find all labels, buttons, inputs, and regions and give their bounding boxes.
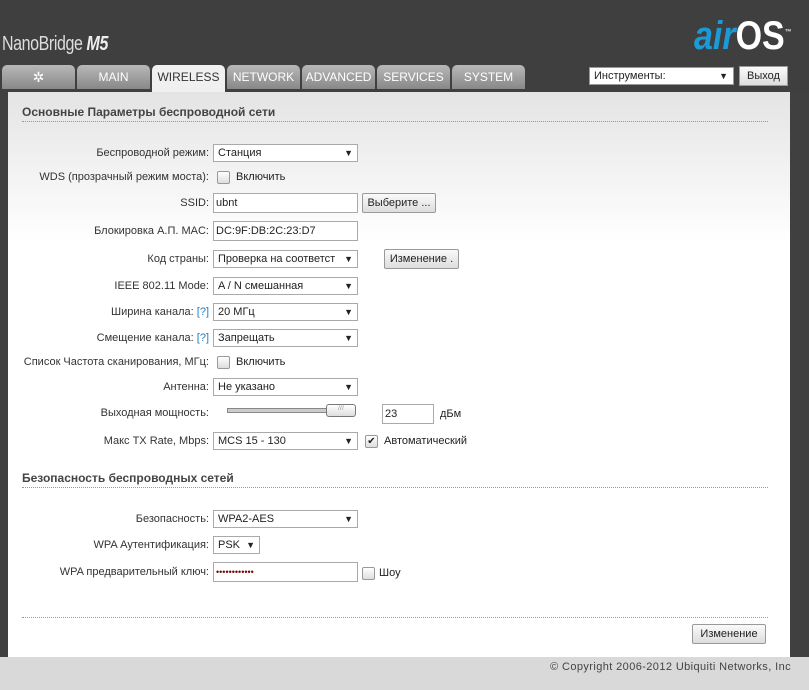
tab-advanced[interactable]: ADVANCED <box>302 65 375 89</box>
width-label-text: Ширина канала: <box>111 306 194 318</box>
scan-label: Список Частота сканирования, МГц: <box>23 356 209 368</box>
show-key-checkbox[interactable] <box>362 567 375 580</box>
ieee-label: IEEE 802.11 Mode: <box>114 280 209 292</box>
select-value: WPA2-AES <box>218 513 275 525</box>
channel-width-select[interactable]: 20 МГц ▼ <box>213 303 358 321</box>
auto-text: Автоматический <box>384 435 468 447</box>
chevron-down-icon: ▼ <box>344 331 353 345</box>
power-slider-track[interactable] <box>227 408 327 413</box>
wpa-key-input[interactable]: •••••••••••• <box>213 562 358 582</box>
power-slider-handle[interactable]: /// <box>326 404 356 417</box>
width-label: Ширина канала: [?] <box>111 306 209 318</box>
checkmark-icon: ✔ <box>367 436 376 447</box>
security-label: Безопасность: <box>135 513 209 525</box>
tab-wireless[interactable]: WIRELESS <box>152 65 225 92</box>
chevron-down-icon: ▼ <box>344 305 353 319</box>
tab-main[interactable]: MAIN <box>77 65 150 89</box>
shift-label: Смещение канала: [?] <box>97 332 209 344</box>
security-select[interactable]: WPA2-AES ▼ <box>213 510 358 528</box>
mode-label: Беспроводной режим: <box>96 147 209 159</box>
key-label: WPA предварительный ключ: <box>59 566 209 578</box>
power-label: Выходная мощность: <box>100 407 209 419</box>
wds-checkbox[interactable] <box>217 171 230 184</box>
wds-label: WDS (прозрачный режим моста): <box>39 171 209 183</box>
select-value: PSK <box>218 539 241 551</box>
select-value: A / N смешанная <box>218 280 304 292</box>
divider <box>22 121 768 122</box>
tools-value: Инструменты: <box>594 70 666 82</box>
auto-checkbox[interactable]: ✔ <box>365 435 378 448</box>
power-unit: дБм <box>440 408 462 420</box>
logo-tm: ™ <box>784 27 792 37</box>
mac-label: Блокировка А.П. MAC: <box>94 225 209 237</box>
chevron-down-icon: ▼ <box>344 279 353 293</box>
tab-services[interactable]: SERVICES <box>377 65 450 89</box>
scan-checkbox[interactable] <box>217 356 230 369</box>
tools-select[interactable]: Инструменты: ▼ <box>589 67 734 85</box>
scan-text: Включить <box>236 356 286 368</box>
mac-input[interactable]: DC:9F:DB:2C:23:D7 <box>213 221 358 241</box>
tab-ubnt-logo[interactable]: ✲ <box>2 65 75 89</box>
divider <box>22 487 768 488</box>
select-value: Проверка на соответст <box>218 253 336 265</box>
chevron-down-icon: ▼ <box>246 538 255 552</box>
chevron-down-icon: ▼ <box>344 146 353 160</box>
power-input[interactable]: 23 <box>382 404 434 424</box>
ubnt-logo-icon: ✲ <box>32 69 45 85</box>
divider <box>22 617 768 618</box>
country-label: Код страны: <box>147 253 209 265</box>
select-value: MCS 15 - 130 <box>218 435 286 447</box>
logo-air: air <box>694 14 736 58</box>
ssid-label: SSID: <box>180 197 209 209</box>
ssid-input[interactable]: ubnt <box>213 193 358 213</box>
auth-label: WPA Аутентификация: <box>93 539 209 551</box>
tab-system[interactable]: SYSTEM <box>452 65 525 89</box>
help-link[interactable]: [?] <box>197 332 209 344</box>
section-title-security: Безопасность беспроводных сетей <box>22 471 234 485</box>
tab-network[interactable]: NETWORK <box>227 65 300 89</box>
tx-rate-select[interactable]: MCS 15 - 130 ▼ <box>213 432 358 450</box>
chevron-down-icon: ▼ <box>344 380 353 394</box>
airos-logo: airOS™ <box>694 14 792 59</box>
logo-os: OS <box>735 14 785 58</box>
chevron-down-icon: ▼ <box>344 434 353 448</box>
product-label: NanoBridge <box>2 33 83 55</box>
logout-button[interactable]: Выход <box>739 66 788 86</box>
select-value: 20 МГц <box>218 306 255 318</box>
antenna-label: Антенна: <box>163 381 209 393</box>
section-title-basic: Основные Параметры беспроводной сети <box>22 105 276 119</box>
wds-text: Включить <box>236 171 286 183</box>
select-value: Не указано <box>218 381 276 393</box>
chevron-down-icon: ▼ <box>344 512 353 526</box>
show-key-text: Шоу <box>379 567 401 579</box>
select-ssid-button[interactable]: Выберите ... <box>362 193 436 213</box>
shift-label-text: Смещение канала: <box>96 332 194 344</box>
tx-label: Макс TX Rate, Mbps: <box>103 435 209 447</box>
country-select[interactable]: Проверка на соответст ▼ <box>213 250 358 268</box>
ieee-mode-select[interactable]: A / N смешанная ▼ <box>213 277 358 295</box>
select-value: Станция <box>218 147 262 159</box>
help-link[interactable]: [?] <box>197 306 209 318</box>
auth-select[interactable]: PSK ▼ <box>213 536 260 554</box>
change-country-button[interactable]: Изменение . <box>384 249 459 269</box>
footer: © Copyright 2006-2012 Ubiquiti Networks,… <box>0 657 809 690</box>
apply-button[interactable]: Изменение <box>692 624 766 644</box>
wireless-mode-select[interactable]: Станция ▼ <box>213 144 358 162</box>
header: NanoBridge M5 airOS™ ✲ MAIN WIRELESS NET… <box>0 0 809 92</box>
select-value: Запрещать <box>218 332 275 344</box>
channel-shift-select[interactable]: Запрещать ▼ <box>213 329 358 347</box>
tab-bar: ✲ MAIN WIRELESS NETWORK ADVANCED SERVICE… <box>2 65 525 92</box>
model-label: M5 <box>86 33 109 55</box>
product-name: NanoBridge M5 <box>2 33 108 56</box>
chevron-down-icon: ▼ <box>344 252 353 266</box>
chevron-down-icon: ▼ <box>719 71 728 81</box>
copyright: © Copyright 2006-2012 Ubiquiti Networks,… <box>550 661 791 673</box>
antenna-select[interactable]: Не указано ▼ <box>213 378 358 396</box>
